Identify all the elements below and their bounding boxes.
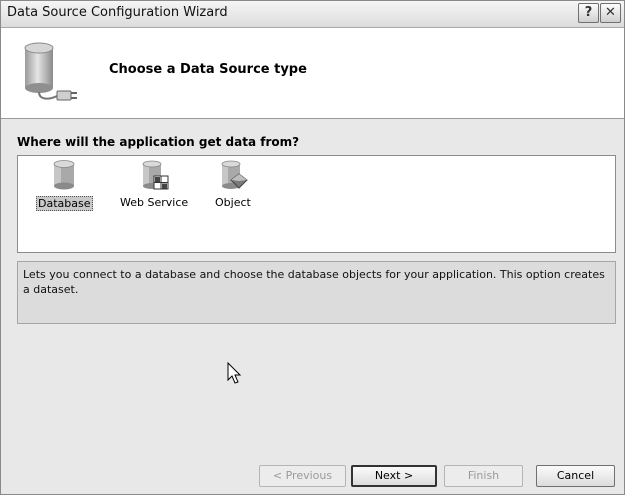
object-icon [221, 160, 248, 189]
help-button[interactable]: ? [578, 3, 599, 23]
source-label-database: Database [36, 196, 93, 211]
database-icon [53, 160, 75, 190]
page-title: Choose a Data Source type [109, 62, 307, 77]
data-source-list: Database Web Service Object [17, 155, 616, 253]
finish-button[interactable]: Finish [444, 465, 523, 487]
previous-button[interactable]: < Previous [259, 465, 346, 487]
wizard-header: Choose a Data Source type [1, 28, 624, 119]
source-label-web-service: Web Service [120, 196, 189, 209]
mouse-cursor-icon [227, 362, 242, 384]
wizard-body: Where will the application get data from… [1, 119, 624, 456]
source-item-database[interactable]: Database [36, 160, 93, 211]
source-description: Lets you connect to a database and choos… [17, 261, 616, 324]
web-service-icon [142, 160, 169, 190]
cancel-button[interactable]: Cancel [536, 465, 615, 487]
database-connector-icon [24, 42, 77, 101]
wizard-footer: < Previous Next > Finish Cancel [1, 456, 624, 494]
source-question: Where will the application get data from… [17, 135, 300, 149]
next-button[interactable]: Next > [351, 465, 437, 487]
close-button[interactable]: ✕ [600, 3, 621, 23]
source-item-web-service[interactable]: Web Service [119, 160, 189, 209]
source-item-object[interactable]: Object [214, 160, 252, 209]
window-title: Data Source Configuration Wizard [7, 5, 228, 20]
source-label-object: Object [215, 196, 251, 209]
wizard-window: Data Source Configuration Wizard ? ✕ Cho… [0, 0, 625, 495]
title-bar[interactable]: Data Source Configuration Wizard ? ✕ [1, 1, 624, 28]
